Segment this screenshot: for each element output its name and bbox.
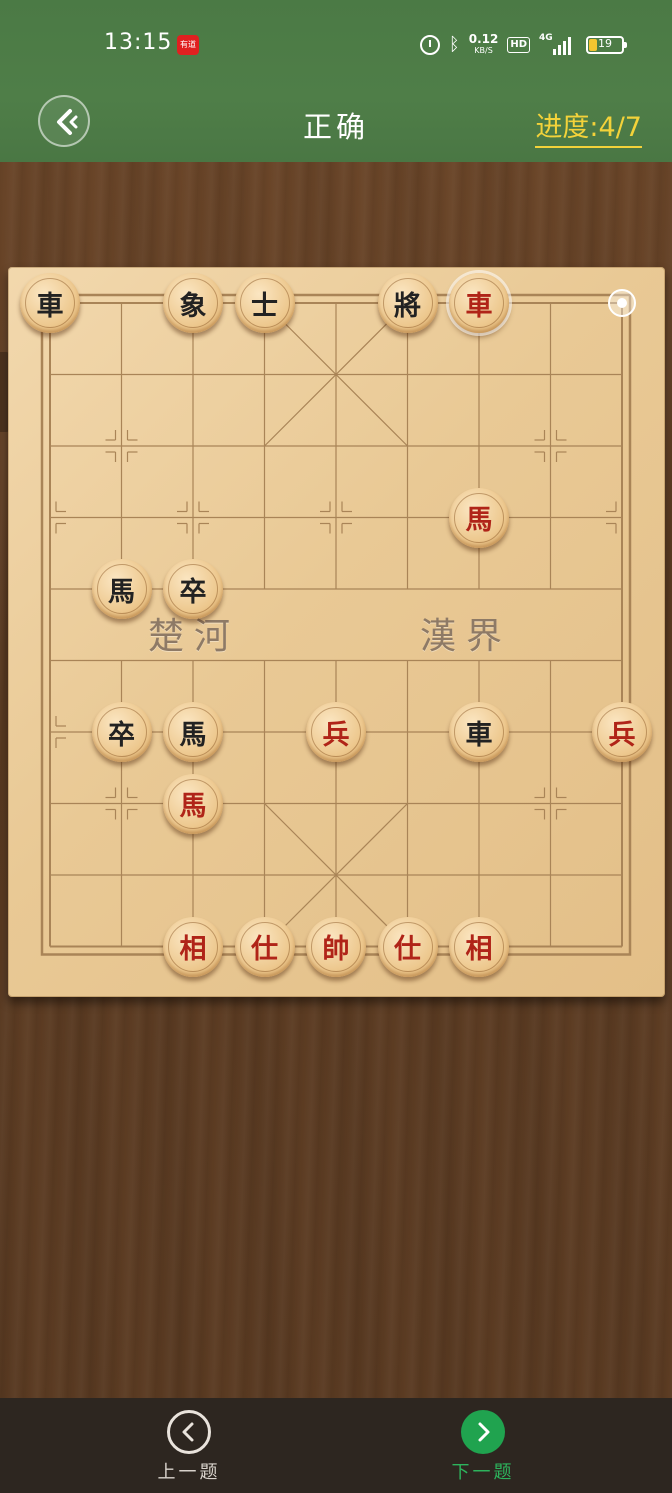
next-question-button[interactable]: 下一题 <box>433 1410 533 1484</box>
piece-label: 卒 <box>168 564 218 614</box>
piece-label: 車 <box>454 278 504 328</box>
battery-icon: 19 <box>586 36 627 54</box>
red-piece[interactable]: 相 <box>449 916 509 977</box>
piece-label: 士 <box>239 278 290 328</box>
red-piece[interactable]: 馬 <box>163 773 223 834</box>
red-piece[interactable]: 馬 <box>449 487 509 548</box>
black-piece[interactable]: 車 <box>449 702 509 762</box>
net-speed-value: 0.12 <box>468 32 499 46</box>
progress-link[interactable]: 进度:4/7 <box>535 105 642 148</box>
notification-app-icon: 有道 <box>177 35 199 55</box>
piece-label: 馬 <box>168 778 218 829</box>
red-piece[interactable]: 相 <box>163 916 223 977</box>
piece-label: 卒 <box>96 707 147 757</box>
network-gen: 4G <box>539 33 553 43</box>
black-piece[interactable]: 將 <box>377 273 438 333</box>
status-bar: 13:15 有道 ᛒ 0.12 KB/S HD 4G 19 <box>0 0 672 90</box>
bottom-nav: 上一题 下一题 <box>0 1398 672 1493</box>
status-time: 13:15 <box>104 30 173 55</box>
signal-icon: 4G <box>539 33 571 55</box>
black-piece[interactable]: 車 <box>20 273 80 333</box>
piece-label: 相 <box>454 921 504 972</box>
piece-label: 將 <box>382 278 433 328</box>
red-piece[interactable]: 帥 <box>306 916 366 977</box>
board-grid <box>40 293 632 956</box>
piece-label: 仕 <box>239 921 290 972</box>
next-question-label: 下一题 <box>451 1462 515 1483</box>
black-piece[interactable]: 士 <box>234 273 295 333</box>
red-piece[interactable]: 兵 <box>592 702 652 762</box>
status-icons: ᛒ 0.12 KB/S HD 4G 19 <box>419 32 627 58</box>
prev-question-label: 上一题 <box>157 1462 221 1483</box>
red-piece[interactable]: 車 <box>449 273 509 333</box>
hd-icon: HD <box>507 37 530 53</box>
piece-label: 馬 <box>96 564 147 614</box>
battery-level: 19 <box>598 37 612 50</box>
piece-label: 象 <box>168 278 218 328</box>
piece-label: 車 <box>25 278 75 328</box>
chevron-right-icon <box>461 1410 505 1454</box>
prev-question-button[interactable]: 上一题 <box>139 1410 239 1484</box>
move-target-marker[interactable] <box>608 289 636 317</box>
piece-label: 馬 <box>168 707 218 757</box>
piece-label: 兵 <box>597 707 647 757</box>
piece-label: 兵 <box>311 707 361 757</box>
black-piece[interactable]: 馬 <box>163 702 223 762</box>
river-text-han: 漢界 <box>420 616 513 657</box>
net-speed-unit: KB/S <box>474 46 493 55</box>
piece-label: 車 <box>454 707 504 757</box>
xiangqi-board[interactable]: 楚河 漢界 車象士將車馬馬卒卒馬兵車兵馬相仕帥仕相 <box>8 267 665 997</box>
black-piece[interactable]: 卒 <box>163 559 223 619</box>
piece-label: 帥 <box>311 921 361 972</box>
black-piece[interactable]: 象 <box>163 273 223 333</box>
alarm-icon <box>419 35 440 55</box>
red-piece[interactable]: 兵 <box>306 702 366 762</box>
bluetooth-icon: ᛒ <box>448 34 460 55</box>
net-speed: 0.12 KB/S <box>468 32 499 56</box>
red-piece[interactable]: 仕 <box>234 916 295 977</box>
piece-label: 仕 <box>382 921 433 972</box>
piece-label: 相 <box>168 921 218 972</box>
chevron-left-icon <box>167 1410 211 1454</box>
piece-label: 馬 <box>454 492 504 543</box>
black-piece[interactable]: 卒 <box>91 702 152 762</box>
header-bar: 13:15 有道 ᛒ 0.12 KB/S HD 4G 19 正确 进度:4/7 <box>0 0 672 162</box>
red-piece[interactable]: 仕 <box>377 916 438 977</box>
black-piece[interactable]: 馬 <box>91 559 152 619</box>
